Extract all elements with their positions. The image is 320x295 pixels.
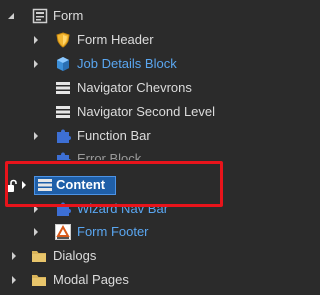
tree-item-error-block[interactable]: Error Block: [0, 148, 240, 160]
tree-item-navigator-chevrons[interactable]: Navigator Chevrons: [0, 77, 240, 99]
puzzle-icon: [55, 151, 71, 160]
folder-icon: [31, 248, 47, 264]
tree-item-form-header[interactable]: Form Header: [0, 29, 240, 51]
tree-item-job-details-block[interactable]: Job Details Block: [0, 53, 240, 75]
list-icon: [55, 104, 71, 120]
tree-item-label: Form: [53, 8, 84, 23]
tree-item-label: Function Bar: [77, 128, 151, 143]
tree-item-form-footer[interactable]: Form Footer: [0, 221, 240, 243]
tree-item-label: Job Details Block: [77, 56, 177, 71]
tree-item-form[interactable]: Form: [0, 5, 240, 27]
list-icon: [55, 80, 71, 96]
footer-icon: [55, 224, 71, 240]
tree-item-dialogs[interactable]: Dialogs: [0, 245, 240, 267]
collapsed-arrow-icon[interactable]: [31, 53, 41, 75]
expanded-arrow-icon[interactable]: [6, 5, 16, 27]
puzzle-icon: [55, 128, 71, 144]
collapsed-arrow-icon[interactable]: [31, 221, 41, 243]
tree-item-label: Form Header: [77, 32, 154, 47]
form-icon: [32, 8, 48, 24]
collapsed-arrow-icon[interactable]: [9, 245, 19, 267]
tree-item-navigator-second-level[interactable]: Navigator Second Level: [0, 101, 240, 123]
tree-item-label: Modal Pages: [53, 272, 129, 287]
cube-icon: [55, 56, 71, 72]
collapsed-arrow-icon[interactable]: [31, 125, 41, 147]
tree-item-label: Navigator Second Level: [77, 104, 216, 119]
tree-item-label: Form Footer: [77, 224, 149, 239]
tree-item-label: Error Block: [77, 151, 142, 160]
collapsed-arrow-icon[interactable]: [31, 29, 41, 51]
tree-item-label: Dialogs: [53, 248, 97, 263]
tree-item-function-bar[interactable]: Function Bar: [0, 125, 240, 147]
collapsed-arrow-icon[interactable]: [9, 269, 19, 291]
folder-icon: [31, 272, 47, 288]
shield-icon: [55, 32, 71, 48]
tree-item-modal-pages[interactable]: Modal Pages: [0, 269, 240, 291]
highlight-annotation-frame: [5, 161, 223, 207]
tree-item-label: Navigator Chevrons: [77, 80, 192, 95]
